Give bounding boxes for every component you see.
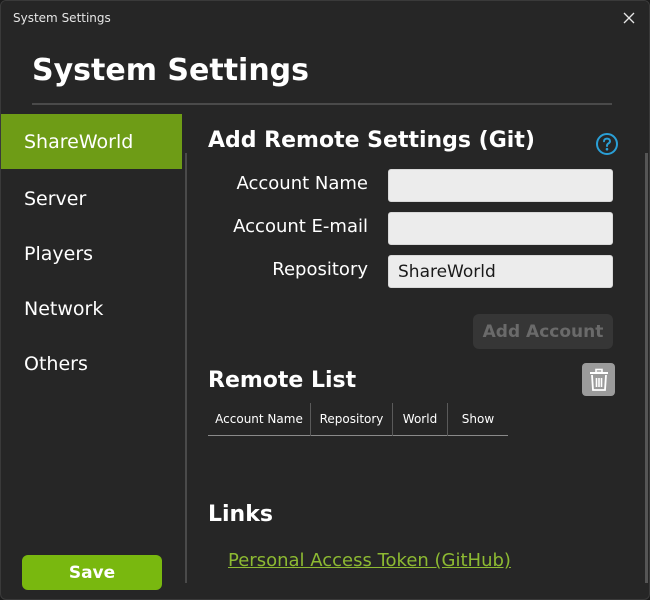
trash-icon	[589, 368, 608, 391]
sidebar-item-label: Server	[24, 187, 87, 210]
remote-settings-title: Add Remote Settings (Git)	[208, 128, 535, 153]
title-bar: System Settings	[1, 1, 649, 35]
sidebar-item-label: Players	[24, 242, 94, 265]
sidebar-item-label: Others	[24, 352, 88, 375]
remote-list-table: Account Name Repository World Show	[208, 403, 508, 436]
scrollbar[interactable]	[645, 153, 648, 583]
delete-remote-button[interactable]	[582, 363, 615, 396]
system-settings-window: System Settings System Settings ShareWor…	[0, 0, 650, 600]
personal-access-token-link[interactable]: Personal Access Token (GitHub)	[228, 550, 511, 571]
sidebar-item-label: ShareWorld	[24, 130, 134, 153]
column-header-world[interactable]: World	[393, 403, 447, 436]
account-email-input[interactable]	[388, 212, 613, 245]
sidebar-item-players[interactable]: Players	[1, 226, 182, 281]
sidebar-divider	[185, 153, 187, 583]
account-email-label: Account E-mail	[233, 216, 368, 237]
page-title: System Settings	[32, 53, 310, 88]
close-icon	[623, 12, 635, 24]
account-name-input[interactable]	[388, 169, 613, 202]
remote-list-title: Remote List	[208, 368, 357, 393]
close-button[interactable]	[617, 7, 641, 29]
column-header-show[interactable]: Show	[448, 403, 508, 436]
sidebar-item-others[interactable]: Others	[1, 336, 182, 391]
sidebar-item-server[interactable]: Server	[1, 171, 182, 226]
account-name-label: Account Name	[236, 173, 368, 194]
question-circle-icon	[596, 133, 618, 155]
sidebar-item-network[interactable]: Network	[1, 281, 182, 336]
sidebar: ShareWorld Server Players Network Others	[1, 114, 182, 599]
sidebar-item-shareworld[interactable]: ShareWorld	[1, 114, 182, 169]
header-divider	[32, 103, 612, 105]
help-button[interactable]	[595, 132, 619, 156]
repository-input[interactable]	[388, 255, 613, 288]
links-title: Links	[208, 502, 273, 527]
sidebar-item-label: Network	[24, 297, 104, 320]
add-account-button[interactable]: Add Account	[473, 314, 613, 349]
repository-label: Repository	[272, 259, 368, 280]
save-button[interactable]: Save	[22, 555, 162, 590]
window-title: System Settings	[13, 11, 111, 25]
column-header-repository[interactable]: Repository	[311, 403, 392, 436]
column-header-account-name[interactable]: Account Name	[208, 403, 310, 436]
